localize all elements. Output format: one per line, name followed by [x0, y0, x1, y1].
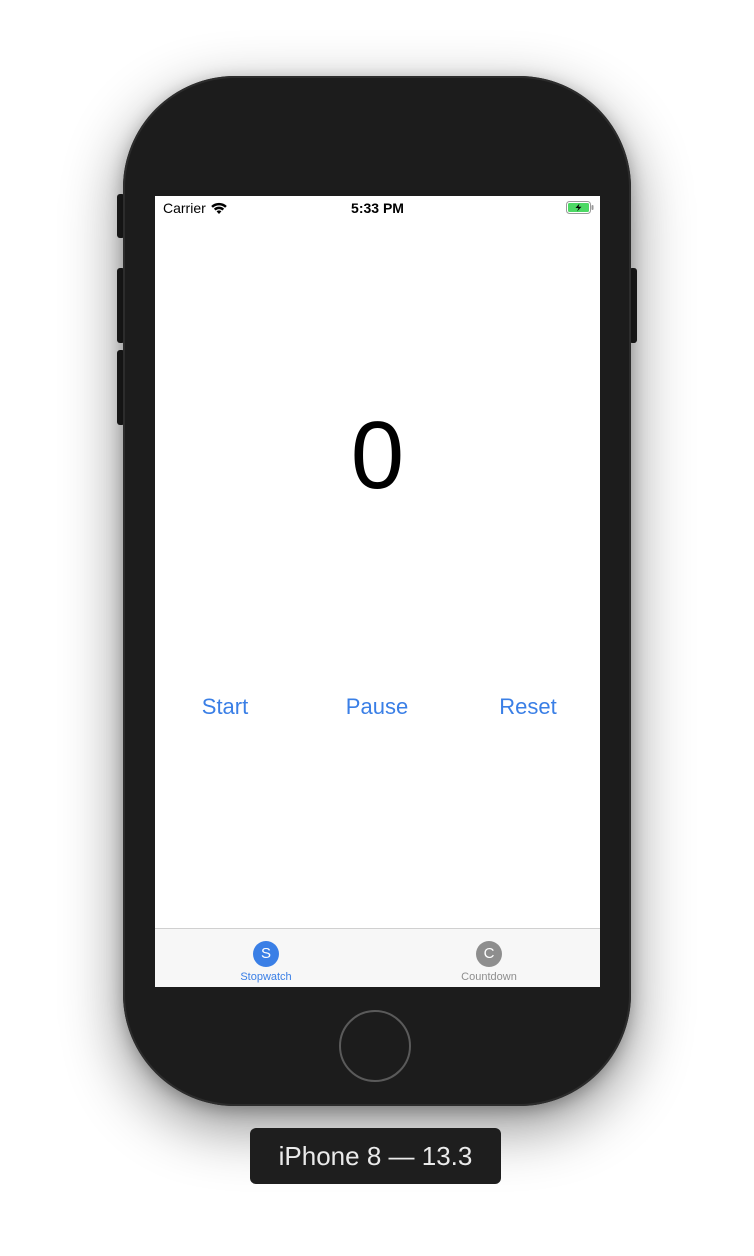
device-name-label: iPhone 8 — 13.3 [250, 1128, 501, 1184]
simulator-window: Carrier 5:33 PM 0 Start Pause Reset S St… [0, 0, 754, 1256]
battery-charging-icon [566, 201, 594, 214]
stopwatch-tab-icon: S [253, 941, 279, 967]
tab-bar: S Stopwatch C Countdown [155, 928, 600, 987]
tab-stopwatch-label: Stopwatch [240, 971, 292, 983]
start-button[interactable]: Start [165, 694, 285, 720]
tab-countdown[interactable]: C Countdown [378, 929, 600, 987]
pause-button[interactable]: Pause [317, 694, 437, 720]
countdown-tab-icon: C [476, 941, 502, 967]
app-screen: Carrier 5:33 PM 0 Start Pause Reset S St… [155, 196, 600, 987]
tab-countdown-label: Countdown [461, 971, 517, 983]
status-time: 5:33 PM [351, 200, 404, 216]
home-button[interactable] [339, 1010, 411, 1082]
reset-button[interactable]: Reset [468, 694, 588, 720]
tab-stopwatch[interactable]: S Stopwatch [155, 929, 377, 987]
stopwatch-display: 0 [350, 402, 405, 509]
stopwatch-controls: Start Pause Reset [155, 694, 600, 724]
status-bar: Carrier 5:33 PM [155, 196, 600, 220]
